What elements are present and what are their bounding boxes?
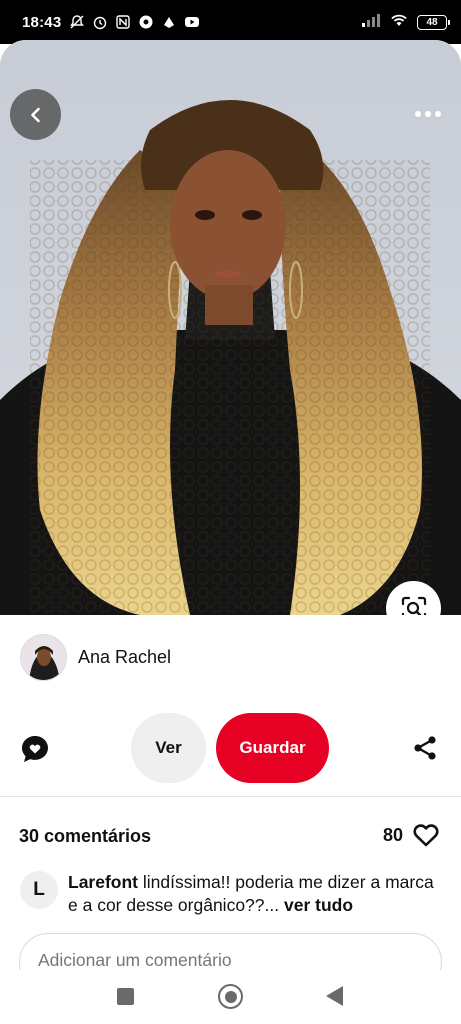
pin-image[interactable]: [0, 40, 461, 615]
home-icon[interactable]: [218, 984, 243, 1009]
chrome-icon: [138, 14, 154, 30]
reactions[interactable]: 80: [383, 823, 439, 847]
chevron-left-icon: [30, 107, 40, 122]
back-button[interactable]: [10, 89, 61, 140]
back-icon[interactable]: [326, 986, 343, 1006]
view-button[interactable]: Ver: [131, 713, 206, 783]
speech-bubble-heart-icon: [22, 736, 48, 762]
creator-name[interactable]: Ana Rachel: [78, 647, 171, 668]
app-icon: [161, 14, 177, 30]
alarm-icon: [92, 14, 108, 30]
comment-item[interactable]: L Larefont lindíssima!! poderia me dizer…: [20, 871, 440, 917]
youtube-icon: [184, 14, 200, 30]
more-options-button[interactable]: [413, 102, 443, 126]
wifi-icon: [389, 12, 409, 33]
comment-avatar[interactable]: L: [20, 871, 58, 909]
signal-icon: [361, 13, 381, 32]
divider: [0, 796, 461, 797]
comment-button[interactable]: [20, 734, 50, 764]
lens-search-icon: [401, 596, 426, 615]
recent-apps-icon[interactable]: [117, 988, 134, 1005]
share-button[interactable]: [411, 734, 439, 762]
save-button[interactable]: Guardar: [216, 713, 329, 783]
avatar[interactable]: [20, 634, 67, 681]
pin-image-container[interactable]: [0, 40, 461, 615]
creator[interactable]: Ana Rachel: [20, 634, 171, 681]
system-nav-bar: [0, 970, 461, 1024]
comment-author[interactable]: Larefont: [68, 872, 138, 892]
status-time: 18:43: [22, 13, 62, 31]
status-bar: 18:43 48: [0, 0, 461, 44]
see-all-link[interactable]: ver tudo: [284, 895, 353, 915]
notifications-off-icon: [69, 14, 85, 30]
comments-count: 30 comentários: [19, 826, 152, 846]
battery-icon: 48: [417, 14, 450, 30]
comment-text: Larefont lindíssima!! poderia me dizer a…: [68, 871, 440, 917]
status-notification-icons: [69, 14, 200, 30]
heart-icon[interactable]: [413, 823, 439, 847]
nfc-icon: [115, 14, 131, 30]
status-system-icons: 48: [361, 12, 450, 33]
reaction-count: 80: [382, 824, 403, 845]
share-icon: [414, 736, 436, 760]
more-horizontal-icon: [415, 111, 421, 117]
